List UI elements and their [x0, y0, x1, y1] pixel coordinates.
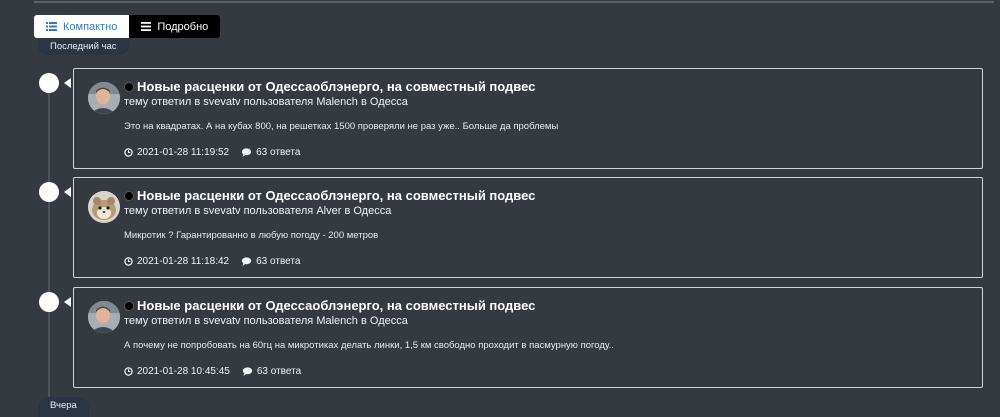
title-row: Новые расценки от Одессаоблэнерго, на со…: [124, 79, 535, 94]
person-avatar-icon[interactable]: [88, 82, 120, 114]
user-link[interactable]: Alver: [316, 205, 341, 217]
post-meta: 2021-01-28 10:45:45 63 ответа: [124, 366, 301, 377]
detailed-view-label: Подробно: [157, 20, 209, 33]
topic-title-link[interactable]: Новые расценки от Одессаоблэнерго, на со…: [137, 79, 535, 94]
activity-card: Новые расценки от Одессаоблэнерго, на со…: [73, 287, 983, 388]
topic-title-link[interactable]: Новые расценки от Одессаоблэнерго, на со…: [137, 188, 535, 203]
person-avatar-icon[interactable]: [88, 301, 120, 333]
timeline-dot: [39, 292, 59, 312]
post-timestamp: 2021-01-28 11:18:42: [137, 256, 230, 267]
forum-link[interactable]: svevatv: [203, 96, 240, 108]
list-icon: [46, 22, 57, 31]
location-link[interactable]: Одесса: [370, 315, 408, 327]
user-link[interactable]: Malench: [316, 315, 358, 327]
status-dot-icon: [124, 190, 134, 201]
forum-link[interactable]: svevatv: [203, 315, 240, 327]
period-badge-last-hour: Последний час: [38, 39, 129, 55]
timeline-dot: [39, 182, 59, 202]
card-pointer: [64, 187, 71, 197]
comment-icon: [242, 367, 253, 376]
comment-icon: [241, 148, 252, 157]
clock-icon: [124, 148, 133, 157]
location-link[interactable]: Одесса: [353, 205, 391, 217]
timeline-entry: Новые расценки от Одессаоблэнерго, на со…: [0, 68, 1000, 169]
activity-subtitle: тему ответил в svevatv пользователя Alve…: [124, 205, 392, 217]
timeline-dot: [39, 73, 59, 93]
post-timestamp: 2021-01-28 10:45:45: [137, 366, 230, 377]
activity-card: Новые расценки от Одессаоблэнерго, на со…: [73, 68, 983, 169]
comment-icon: [241, 257, 252, 266]
post-meta: 2021-01-28 11:19:52 63 ответа: [124, 147, 300, 158]
view-toggle: Компактно Подробно: [34, 15, 221, 38]
card-pointer: [64, 297, 71, 307]
status-dot-icon: [124, 81, 134, 92]
activity-card: Новые расценки от Одессаоблэнерго, на со…: [73, 177, 983, 278]
clock-icon: [124, 257, 133, 266]
post-excerpt: Это на квадратах. А на кубах 800, на реш…: [124, 121, 559, 132]
period-badge-yesterday: Вчера: [38, 397, 89, 417]
topic-title-link[interactable]: Новые расценки от Одессаоблэнерго, на со…: [137, 298, 535, 313]
detailed-view-button[interactable]: Подробно: [129, 15, 221, 38]
activity-subtitle: тему ответил в svevatv пользователя Male…: [124, 96, 408, 108]
activity-subtitle: тему ответил в svevatv пользователя Male…: [124, 315, 408, 327]
title-row: Новые расценки от Одессаоблэнерго, на со…: [124, 188, 535, 203]
compact-view-label: Компактно: [63, 20, 118, 33]
post-meta: 2021-01-28 11:18:42 63 ответа: [124, 256, 300, 267]
timeline-entry: Новые расценки от Одессаоблэнерго, на со…: [0, 287, 1000, 388]
forum-link[interactable]: svevatv: [203, 205, 240, 217]
reply-count[interactable]: 63 ответа: [256, 147, 300, 158]
user-link[interactable]: Malench: [316, 96, 358, 108]
reply-count[interactable]: 63 ответа: [256, 256, 300, 267]
bars-icon: [141, 22, 152, 31]
hamster-avatar-icon[interactable]: [88, 191, 120, 223]
location-link[interactable]: Одесса: [370, 96, 408, 108]
clock-icon: [124, 367, 133, 376]
post-excerpt: Микротик ? Гарантированно в любую погоду…: [124, 230, 379, 241]
post-timestamp: 2021-01-28 11:19:52: [137, 147, 230, 158]
title-row: Новые расценки от Одессаоблэнерго, на со…: [124, 298, 535, 313]
compact-view-button[interactable]: Компактно: [34, 15, 130, 38]
card-pointer: [64, 78, 71, 88]
post-excerpt: А почему не попробовать на 60гц на микро…: [124, 340, 614, 351]
reply-count[interactable]: 63 ответа: [257, 366, 301, 377]
timeline-entry: Новые расценки от Одессаоблэнерго, на со…: [0, 177, 1000, 278]
top-divider: [34, 1, 994, 3]
status-dot-icon: [124, 300, 134, 311]
